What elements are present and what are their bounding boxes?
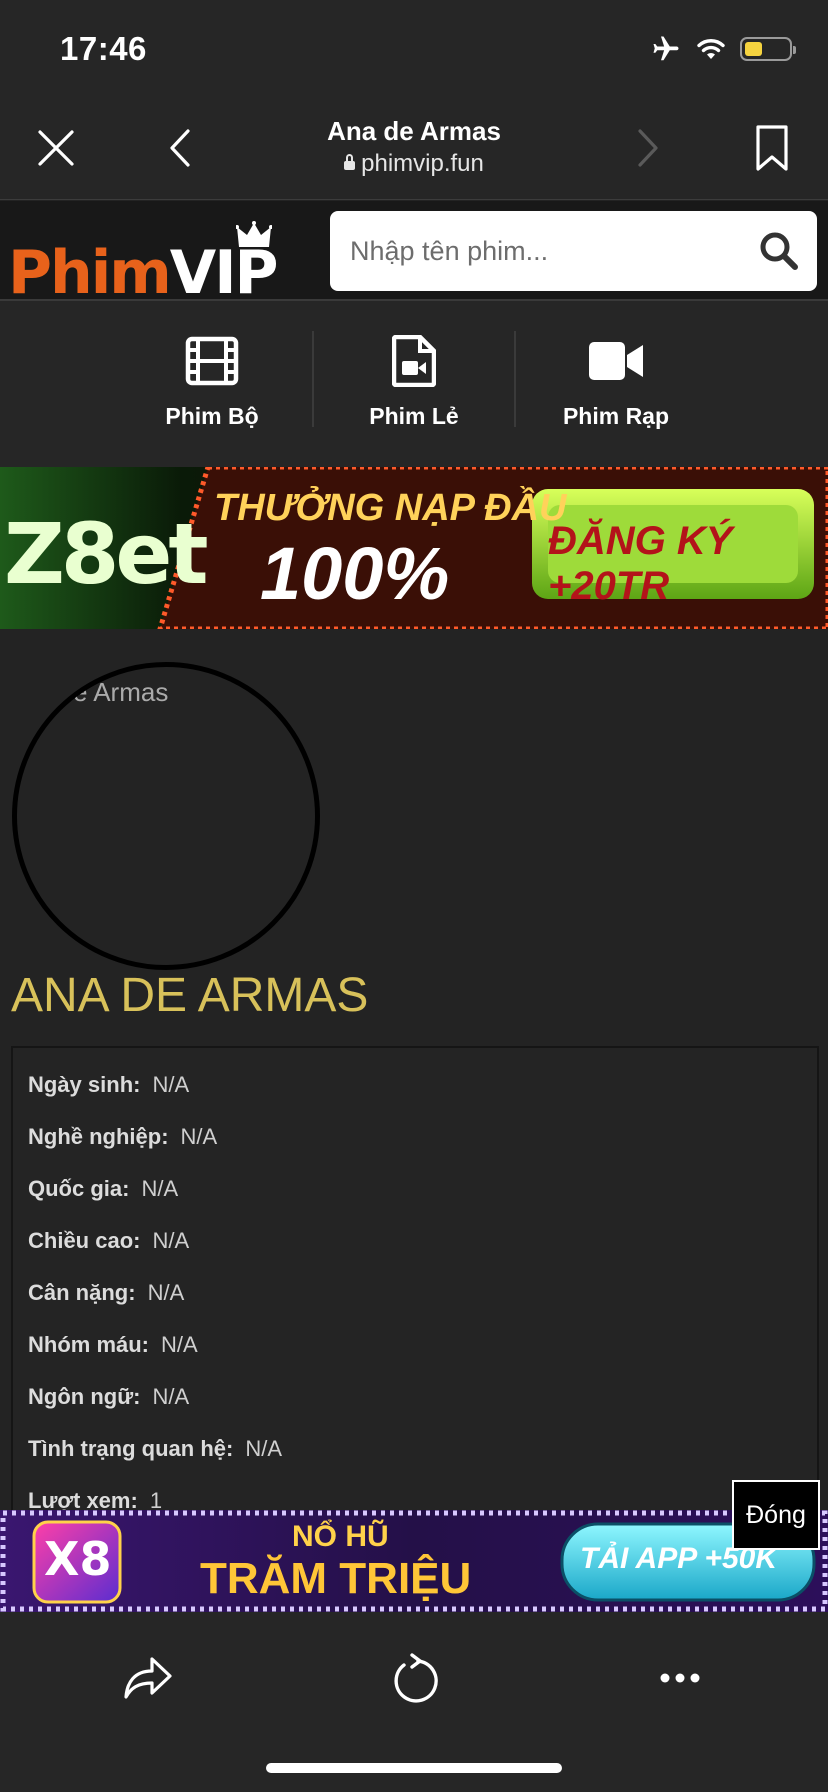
status-bar: 17:46: [0, 0, 828, 96]
home-indicator[interactable]: [266, 1763, 562, 1773]
ad-bottom-brand: X8: [44, 1532, 112, 1586]
bookmark-button[interactable]: [744, 120, 800, 176]
category-phim-le[interactable]: Phim Lẻ: [314, 333, 514, 430]
info-value: N/A: [152, 1384, 190, 1409]
url-text: phimvip.fun: [361, 150, 484, 177]
info-label: Ngôn ngữ:: [28, 1384, 141, 1409]
info-value: N/A: [180, 1124, 218, 1149]
ad-banner-bottom[interactable]: X8 NỔ HŨ TRĂM TRIỆU TẢI APP +50K: [0, 1510, 828, 1612]
battery-icon: [740, 37, 796, 61]
airplane-icon: [653, 36, 679, 61]
info-label: Nhóm máu:: [28, 1332, 149, 1357]
category-label: Phim Lẻ: [369, 403, 459, 429]
status-icons: [650, 34, 796, 64]
info-value: N/A: [152, 1072, 190, 1097]
forward-button[interactable]: [620, 120, 676, 176]
share-button[interactable]: [116, 1646, 180, 1710]
search-box: [330, 211, 817, 291]
ad-banner-top[interactable]: Z8et THƯỞNG NẠP ĐẦU 100% ĐĂNG KÝ +20TR: [0, 467, 828, 629]
share-icon: [124, 1657, 172, 1699]
ad-top-brand: Z8et: [4, 505, 208, 603]
close-ad-button[interactable]: Đóng: [732, 1480, 820, 1550]
info-value: N/A: [141, 1176, 179, 1201]
info-row-country: Quốc gia: N/A: [28, 1176, 178, 1202]
ad-bottom-line1: NỔ HŨ: [292, 1520, 389, 1553]
info-value: N/A: [147, 1280, 185, 1305]
info-label: Cân nặng:: [28, 1280, 136, 1305]
actor-avatar: Ana de Armas: [12, 662, 320, 970]
info-label: Ngày sinh:: [28, 1072, 141, 1097]
ad-top-promo-line2: 100%: [260, 532, 450, 615]
reload-button[interactable]: [382, 1646, 446, 1710]
info-label: Quốc gia:: [28, 1176, 130, 1201]
info-value: N/A: [161, 1332, 198, 1357]
category-label: Phim Bộ: [165, 403, 259, 429]
logo-text: Phim: [8, 238, 172, 308]
info-label: Tình trạng quan hệ:: [28, 1436, 234, 1461]
page-title: Ana de Armas: [327, 116, 501, 146]
more-icon: [660, 1673, 700, 1683]
site-header: PhimVIP: [0, 201, 828, 303]
chevron-right-icon: [638, 129, 658, 167]
info-row-language: Ngôn ngữ: N/A: [28, 1384, 189, 1410]
actor-info-panel: Ngày sinh: N/A Nghề nghiệp: N/A Quốc gia: N…: [11, 1046, 819, 1516]
page-url[interactable]: phimvip.fun: [0, 150, 828, 178]
ad-top-cta: ĐĂNG KÝ +20TR: [548, 519, 733, 608]
avatar-alt-text: Ana de Armas: [12, 677, 169, 707]
lock-icon: [344, 154, 356, 170]
category-label: Phim Rạp: [562, 403, 670, 429]
info-row-occupation: Nghề nghiệp: N/A: [28, 1124, 217, 1150]
video-camera-icon: [589, 342, 643, 380]
info-label: Chiều cao:: [28, 1228, 141, 1253]
bookmark-icon: [756, 125, 788, 171]
info-value: N/A: [245, 1436, 283, 1461]
search-input[interactable]: [350, 211, 750, 291]
category-phim-bo[interactable]: Phim Bộ: [112, 333, 312, 430]
info-label: Nghề nghiệp:: [28, 1124, 169, 1149]
ad-bottom-line2: TRĂM TRIỆU: [200, 1554, 472, 1603]
info-row-height: Chiều cao: N/A: [28, 1228, 189, 1254]
search-icon[interactable]: [759, 231, 799, 271]
status-time: 17:46: [60, 30, 147, 67]
site-logo[interactable]: PhimVIP: [8, 217, 310, 303]
actor-name: ANA DE ARMAS: [11, 969, 369, 1022]
wifi-icon: [697, 39, 725, 59]
info-row-birth: Ngày sinh: N/A: [28, 1072, 189, 1098]
category-nav: Phim Bộ Phim Lẻ Phim Rạp: [0, 301, 828, 467]
browser-nav-bar: Ana de Armas phimvip.fun: [0, 96, 828, 200]
category-phim-rap[interactable]: Phim Rạp: [516, 333, 716, 430]
file-video-icon: [392, 335, 436, 387]
film-icon: [185, 336, 239, 386]
logo-text-accent: VIP: [169, 238, 279, 308]
info-value: N/A: [152, 1228, 190, 1253]
ad-top-promo-line1: THƯỞNG NẠP ĐẦU: [214, 487, 567, 529]
reload-icon: [394, 1653, 438, 1703]
more-button[interactable]: [648, 1646, 712, 1710]
info-row-weight: Cân nặng: N/A: [28, 1280, 184, 1306]
info-row-relationship: Tình trạng quan hệ: N/A: [28, 1436, 282, 1462]
info-row-blood-type: Nhóm máu: N/A: [28, 1332, 198, 1358]
